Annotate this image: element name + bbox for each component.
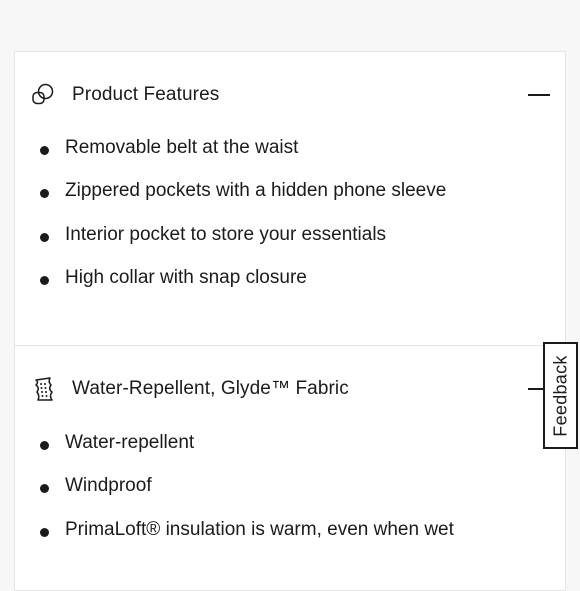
bullet-icon: [40, 233, 49, 242]
list-item-text: PrimaLoft® insulation is warm, even when…: [65, 519, 454, 540]
section-title: Water-Repellent, Glyde™ Fabric: [72, 378, 349, 399]
feedback-label: Feedback: [550, 354, 570, 437]
section-title: Product Features: [72, 84, 220, 105]
fabric-swatch-icon: [29, 375, 57, 403]
bullet-icon: [40, 441, 49, 450]
list-item-text: High collar with snap closure: [65, 267, 307, 288]
bullet-icon: [40, 484, 49, 493]
list-item: High collar with snap closure: [15, 267, 565, 293]
list-item-text: Zippered pockets with a hidden phone sle…: [65, 180, 447, 201]
list-item: Water-repellent: [15, 432, 565, 458]
list-item: Removable belt at the waist: [15, 137, 565, 163]
list-item-text: Water-repellent: [65, 432, 195, 453]
bullet-icon: [40, 528, 49, 537]
list-item-text: Interior pocket to store your essentials: [65, 224, 387, 245]
product-features-header[interactable]: Product Features: [15, 75, 565, 115]
list-item: Zippered pockets with a hidden phone sle…: [15, 180, 565, 206]
list-item: Windproof: [15, 475, 565, 501]
list-item: Interior pocket to store your essentials: [15, 224, 565, 250]
section-divider: [15, 345, 565, 346]
feedback-button[interactable]: Feedback: [543, 342, 578, 449]
fabric-overlap-icon: [29, 81, 57, 109]
bullet-icon: [40, 189, 49, 198]
list-item: PrimaLoft® insulation is warm, even when…: [15, 519, 565, 545]
list-item-text: Removable belt at the waist: [65, 137, 299, 158]
bullet-icon: [40, 146, 49, 155]
product-details-card: Product Features Removable belt at the w…: [14, 51, 566, 591]
glyde-fabric-header[interactable]: Water-Repellent, Glyde™ Fabric: [15, 369, 565, 409]
collapse-toggle-icon[interactable]: [528, 83, 550, 105]
bullet-icon: [40, 276, 49, 285]
list-item-text: Windproof: [65, 475, 152, 496]
